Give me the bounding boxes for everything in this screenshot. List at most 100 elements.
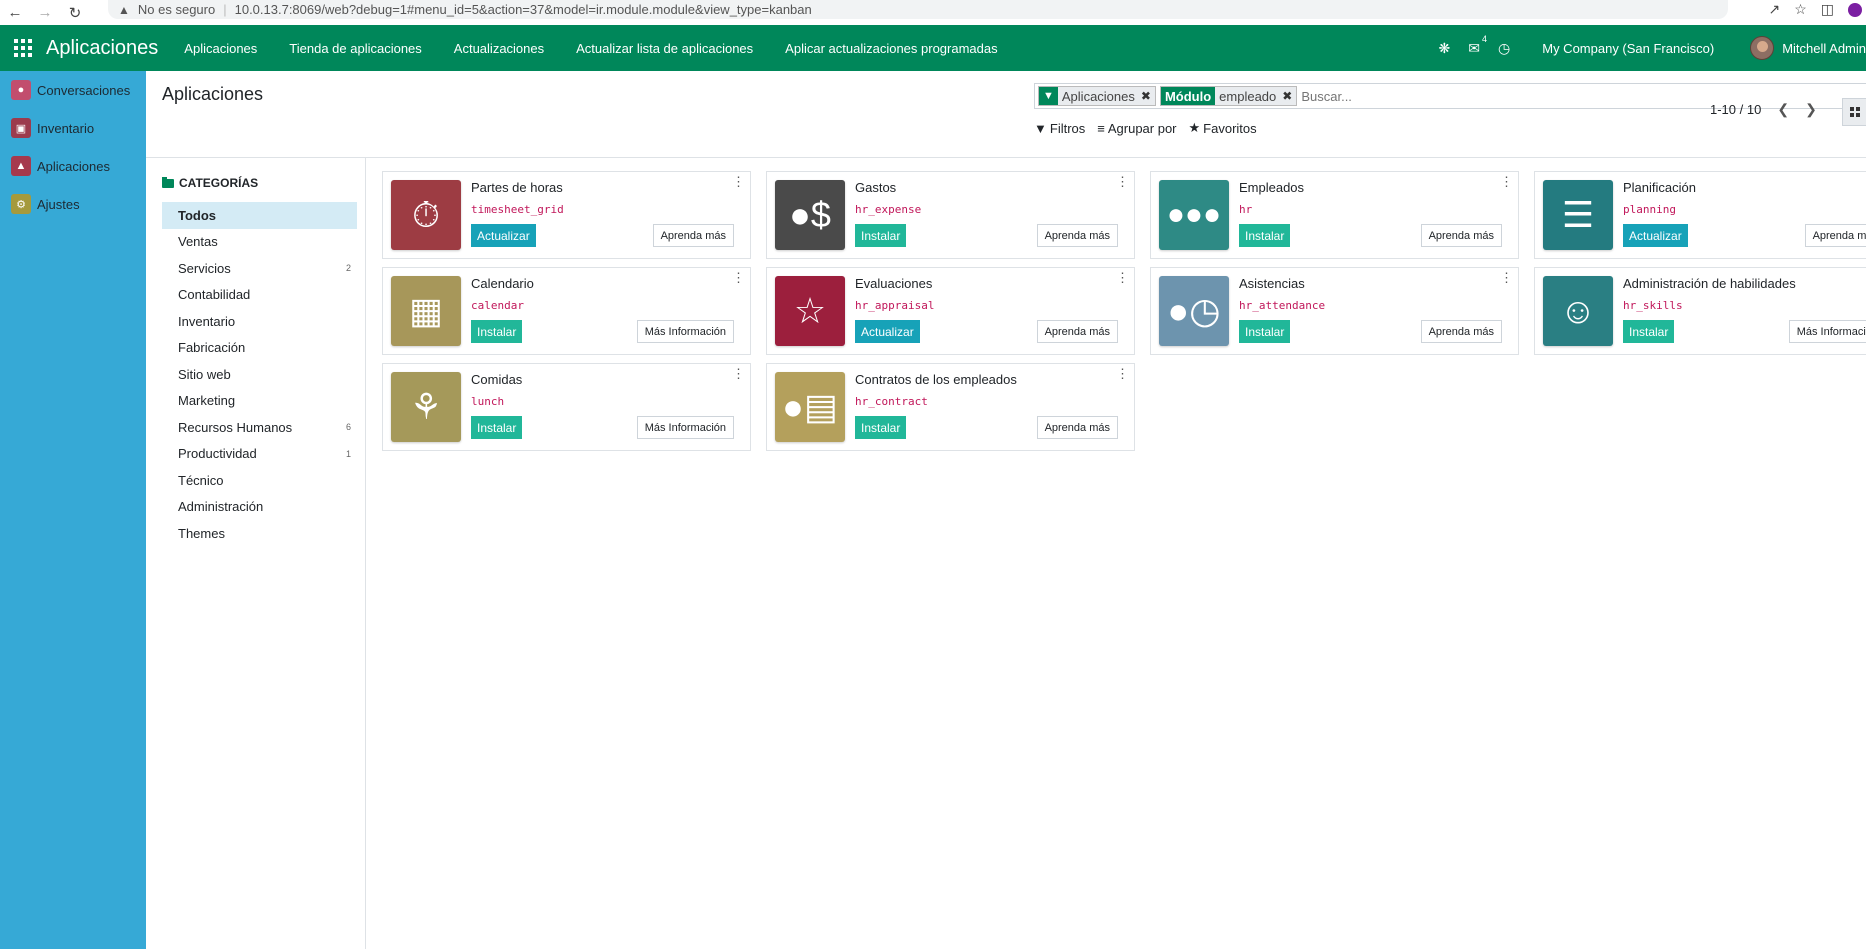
learn-more-button[interactable]: Aprenda más [1036, 320, 1118, 343]
install-button[interactable]: Instalar [855, 416, 907, 439]
category-label: Contabilidad [178, 287, 251, 303]
app-card-appraisal[interactable]: ☆ Evaluaciones hr_appraisal Actualizar A… [766, 267, 1135, 355]
app-card-contracts[interactable]: ●▤ Contratos de los empleados hr_contrac… [766, 363, 1135, 451]
category-item-sitio-web[interactable]: Sitio web [162, 361, 357, 388]
category-item-themes[interactable]: Themes [162, 520, 357, 547]
pager-next-icon[interactable]: ❯ [1805, 101, 1817, 118]
install-button[interactable]: Instalar [471, 416, 523, 439]
learn-more-button[interactable]: Aprenda más [1804, 224, 1866, 247]
menu-aplicaciones[interactable]: Aplicaciones [184, 41, 257, 56]
category-item-contabilidad[interactable]: Contabilidad [162, 282, 357, 309]
sidebar-item-conversaciones[interactable]: ● Conversaciones [0, 71, 146, 109]
category-label: Recursos Humanos [178, 419, 293, 435]
category-item-todos[interactable]: Todos [162, 202, 357, 229]
install-button[interactable]: Instalar [1239, 224, 1291, 247]
card-menu-icon[interactable]: ⋮ [1116, 367, 1129, 380]
groupby-dropdown[interactable]: ≡ Agrupar por [1097, 120, 1176, 136]
install-button[interactable]: Instalar [1239, 320, 1291, 343]
card-menu-icon[interactable]: ⋮ [1116, 271, 1129, 284]
install-button[interactable]: Instalar [1623, 320, 1675, 343]
upgrade-button[interactable]: Actualizar [1623, 224, 1688, 247]
learn-more-button[interactable]: Aprenda más [1036, 224, 1118, 247]
facet-remove-icon[interactable]: ✖ [1280, 87, 1296, 105]
upgrade-button[interactable]: Actualizar [471, 224, 536, 247]
category-item-tecnico[interactable]: Técnico [162, 467, 357, 494]
upgrade-button[interactable]: Actualizar [855, 320, 920, 343]
app-card-attendance[interactable]: ●◷ Asistencias hr_attendance Instalar Ap… [1150, 267, 1519, 355]
more-info-button[interactable]: Más Información [636, 320, 734, 343]
app-card-employees[interactable]: ●●● Empleados hr Instalar Aprenda más ⋮ [1150, 171, 1519, 259]
profile-avatar[interactable] [1848, 2, 1862, 17]
more-info-button[interactable]: Más Información [636, 416, 734, 439]
filters-dropdown[interactable]: ▼ Filtros [1034, 120, 1085, 136]
app-card-title: Administración de habilidades [1623, 276, 1796, 291]
category-header-label: CATEGORÍAS [179, 176, 259, 190]
filter-icon: ▼ [1034, 120, 1047, 136]
app-card-calendar[interactable]: ▦ Calendario calendar Instalar Más Infor… [382, 267, 751, 355]
app-card-planning[interactable]: ☰ Planificación planning Actualizar Apre… [1534, 171, 1866, 259]
pager-value[interactable]: 1-10 / 10 [1710, 102, 1761, 117]
facet-remove-icon[interactable]: ✖ [1139, 87, 1155, 105]
category-label: Fabricación [178, 340, 246, 356]
app-card-lunch[interactable]: ⚘ Comidas lunch Instalar Más Información… [382, 363, 751, 451]
category-item-administracion[interactable]: Administración [162, 494, 357, 521]
learn-more-button[interactable]: Aprenda más [1420, 224, 1502, 247]
learn-more-button[interactable]: Aprenda más [1036, 416, 1118, 439]
card-menu-icon[interactable]: ⋮ [1500, 175, 1513, 188]
card-menu-icon[interactable]: ⋮ [732, 271, 745, 284]
company-switcher[interactable]: My Company (San Francisco) [1542, 41, 1714, 56]
messages-icon[interactable]: ✉ 4 [1468, 33, 1488, 57]
app-card-title: Planificación [1623, 180, 1696, 195]
url-text[interactable]: 10.0.13.7:8069/web?debug=1#menu_id=5&act… [235, 2, 812, 17]
menu-actualizaciones[interactable]: Actualizaciones [454, 41, 544, 56]
sidebar-item-ajustes[interactable]: ⚙ Ajustes [0, 185, 146, 223]
category-item-servicios[interactable]: Servicios 2 [162, 255, 357, 282]
card-menu-icon[interactable]: ⋮ [1116, 175, 1129, 188]
category-item-marketing[interactable]: Marketing [162, 388, 357, 415]
stopwatch-icon: ⏱ [391, 180, 461, 250]
menu-actualizar-lista[interactable]: Actualizar lista de aplicaciones [576, 41, 753, 56]
kanban-view-icon[interactable] [1842, 98, 1866, 126]
address-bar[interactable]: ▲ No es seguro | 10.0.13.7:8069/web?debu… [108, 0, 1728, 19]
favorites-dropdown[interactable]: ★ Favoritos [1189, 120, 1257, 136]
more-info-button[interactable]: Más Información [1788, 320, 1866, 343]
user-menu[interactable]: Mitchell Admin [1782, 41, 1866, 56]
learn-more-button[interactable]: Aprenda más [1420, 320, 1502, 343]
back-arrow-icon[interactable]: ← [0, 0, 30, 25]
app-menu-grid-icon[interactable] [12, 37, 34, 59]
warning-icon: ▲ [118, 2, 130, 17]
card-menu-icon[interactable]: ⋮ [1500, 271, 1513, 284]
menu-aplicar-actualizaciones[interactable]: Aplicar actualizaciones programadas [785, 41, 997, 56]
reload-icon[interactable]: ↻ [60, 0, 90, 25]
user-avatar[interactable] [1750, 36, 1775, 60]
install-button[interactable]: Instalar [855, 224, 907, 247]
menu-tienda-aplicaciones[interactable]: Tienda de aplicaciones [289, 41, 422, 56]
share-icon[interactable]: ↗ [1768, 1, 1780, 18]
app-card-title: Comidas [471, 372, 523, 387]
category-item-productividad[interactable]: Productividad 1 [162, 441, 357, 468]
activity-clock-icon[interactable]: ◷ [1498, 40, 1510, 57]
category-item-ventas[interactable]: Ventas [162, 229, 357, 256]
sidebar-item-aplicaciones[interactable]: ▲ Aplicaciones [0, 147, 146, 185]
debug-bug-icon[interactable]: ❋ [1439, 40, 1451, 57]
category-item-recursos-humanos[interactable]: Recursos Humanos 6 [162, 414, 357, 441]
forward-arrow-icon[interactable]: → [30, 0, 60, 25]
app-card-timesheet[interactable]: ⏱ Partes de horas timesheet_grid Actuali… [382, 171, 751, 259]
category-item-fabricacion[interactable]: Fabricación [162, 335, 357, 362]
bookmark-star-icon[interactable]: ☆ [1794, 1, 1807, 18]
app-card-technical-name: hr_expense [855, 203, 922, 216]
star-icon: ☆ [775, 276, 845, 346]
pager-previous-icon[interactable]: ❮ [1777, 101, 1789, 118]
install-button[interactable]: Instalar [471, 320, 523, 343]
learn-more-button[interactable]: Aprenda más [652, 224, 734, 247]
card-menu-icon[interactable]: ⋮ [732, 367, 745, 380]
category-item-inventario[interactable]: Inventario [162, 308, 357, 335]
list-icon: ≡ [1097, 120, 1105, 136]
card-menu-icon[interactable]: ⋮ [732, 175, 745, 188]
sidebar-panel-icon[interactable]: ◫ [1821, 1, 1834, 18]
app-card-technical-name: hr_attendance [1239, 299, 1326, 312]
app-card-skills[interactable]: ☺ Administración de habilidades hr_skill… [1534, 267, 1866, 355]
app-brand[interactable]: Aplicaciones [46, 37, 158, 60]
app-card-expenses[interactable]: ●$ Gastos hr_expense Instalar Aprenda má… [766, 171, 1135, 259]
sidebar-item-inventario[interactable]: ▣ Inventario [0, 109, 146, 147]
